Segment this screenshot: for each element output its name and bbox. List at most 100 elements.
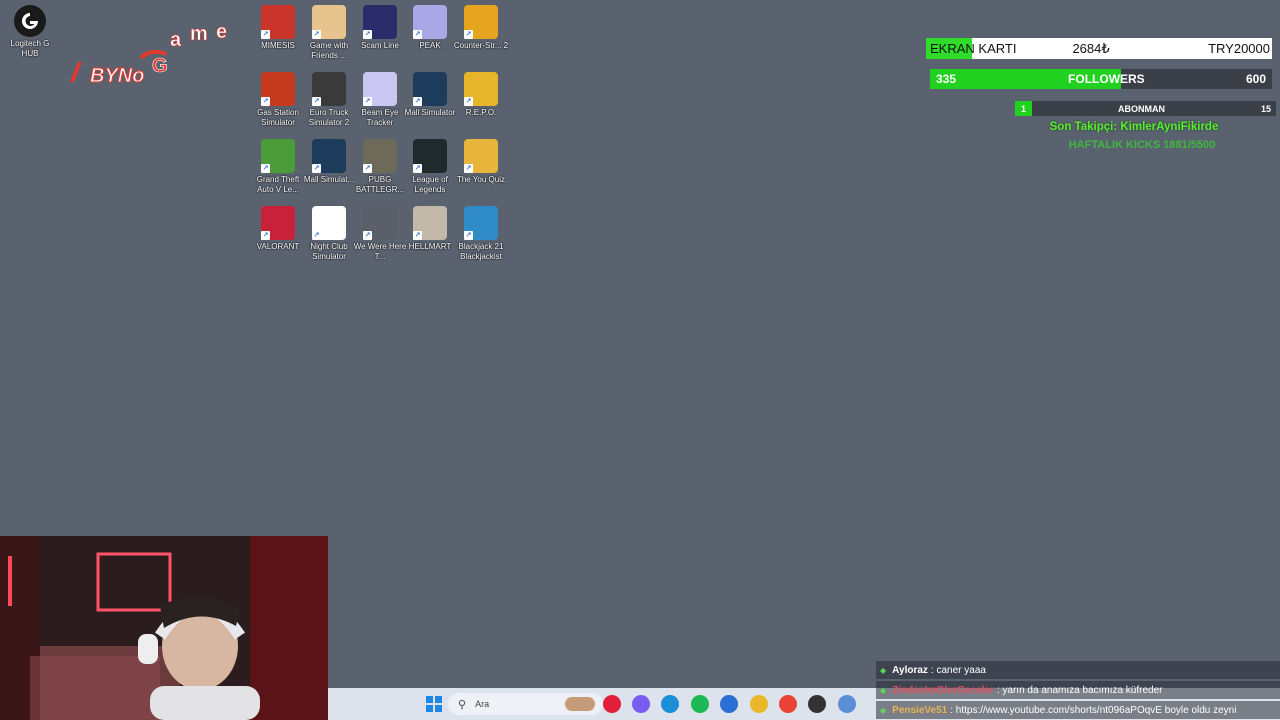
file-explorer-icon[interactable]	[750, 695, 768, 713]
edge-icon[interactable]	[661, 695, 679, 713]
desktop-icon[interactable]: ↗ Grand Theft Auto V Le...	[252, 139, 304, 194]
desktop-icon-label: Game with Friends ...	[309, 41, 349, 60]
svg-text:m: m	[190, 23, 208, 45]
desktop-icon[interactable]: ↗ We Were Here T...	[354, 206, 406, 261]
chat-badge-icon: ◆	[880, 705, 887, 715]
shortcut-arrow-icon: ↗	[261, 231, 270, 240]
desktop-icon-label: VALORANT	[256, 242, 300, 251]
followers-target: 600	[1245, 72, 1266, 86]
counter-strike-icon: ↗	[464, 5, 498, 39]
cocktail-icon: ↗	[312, 206, 346, 240]
abonman-target: 15	[1260, 103, 1271, 114]
desktop-icon[interactable]: ↗ League of Legends	[404, 139, 456, 194]
desktop-icon[interactable]: ↗ Blackjack 21 Blackjackist	[455, 206, 507, 261]
shortcut-arrow-icon: ↗	[363, 97, 372, 106]
shortcut-arrow-icon: ↗	[312, 30, 321, 39]
scam-line-icon: ↗	[363, 5, 397, 39]
abonman-label: ABONMAN	[1118, 103, 1166, 114]
chrome-icon[interactable]	[779, 695, 797, 713]
desktop-icon[interactable]: ↗ Counter-Str... 2	[454, 5, 508, 51]
chat-text: : yarın da anamıza bacımıza küfreder	[996, 684, 1163, 696]
desktop-icon[interactable]: ↗ Night Club Simulator	[303, 206, 355, 261]
desktop-icon-logitech[interactable]: Logitech G HUB	[4, 5, 56, 58]
desktop-icon-label: We Were Here T...	[353, 242, 407, 261]
ekran-karti-current: 2684₺	[1072, 40, 1110, 56]
shortcut-arrow-icon: ↗	[464, 231, 473, 240]
you-quiz-icon: ↗	[464, 139, 498, 173]
desktop-icon-label: MIMESIS	[261, 41, 295, 50]
desktop-icon-label: PEAK	[419, 41, 441, 50]
desktop-icon-label: Gas Station Simulator	[257, 108, 299, 127]
abonman-current: 1	[1021, 103, 1027, 114]
ekran-karti-goal-bar: EKRAN KARTI 2684₺ TRY20000	[926, 38, 1272, 59]
desktop-icon-label: Grand Theft Auto V Le...	[256, 175, 300, 194]
desktop-icon-label: Scam Line	[361, 41, 399, 50]
desktop-icon-label: Blackjack 21 Blackjackist	[458, 242, 504, 261]
repo-icon: ↗	[464, 72, 498, 106]
shortcut-arrow-icon: ↗	[312, 97, 321, 106]
desktop-icon[interactable]: ↗ HELLMART	[404, 206, 456, 252]
desktop-icon-label: R.E.P.O.	[465, 108, 497, 117]
desktop-icon[interactable]: ↗ The You Quiz	[455, 139, 507, 185]
chat-username: ZindanImOlurGeceler	[892, 684, 994, 696]
svg-text:e: e	[216, 21, 227, 43]
desktop-icon[interactable]: ↗ Scam Line	[354, 5, 406, 51]
byno-game-logo: BYNo G a m e	[66, 18, 236, 98]
desktop-icon[interactable]: ↗ PEAK	[404, 5, 456, 51]
gta-v-icon: ↗	[261, 139, 295, 173]
desktop-icon[interactable]: ↗ PUBG BATTLEGR...	[354, 139, 406, 194]
logitech-g-icon	[14, 5, 46, 37]
shortcut-arrow-icon: ↗	[261, 30, 270, 39]
chat-text: : caner yaaa	[930, 664, 986, 676]
desktop-icon[interactable]: ↗ Beam Eye Tracker	[354, 72, 406, 127]
desktop-icon[interactable]: ↗ Gas Station Simulator	[252, 72, 304, 127]
league-of-legends-icon: ↗	[413, 139, 447, 173]
desktop-icon[interactable]: ↗ MIMESIS	[252, 5, 304, 51]
search-placeholder: Ara	[475, 699, 490, 709]
beam-eye-icon: ↗	[363, 72, 397, 106]
game-with-friends-icon: ↗	[312, 5, 346, 39]
taskbar-search-box[interactable]: ⚲ Ara	[448, 693, 603, 715]
chat-username: PensieVe51	[892, 704, 948, 716]
settings-icon[interactable]	[838, 695, 856, 713]
mountain-icon: ↗	[413, 5, 447, 39]
shortcut-arrow-icon: ↗	[413, 231, 422, 240]
search-icon: ⚲	[458, 698, 467, 711]
valorant-icon: ↗	[261, 206, 295, 240]
desktop-icon-label: Beam Eye Tracker	[361, 108, 399, 127]
shortcut-arrow-icon: ↗	[312, 231, 321, 240]
copilot-icon[interactable]	[632, 695, 650, 713]
search-highlight-icon	[565, 697, 595, 711]
desktop-icon[interactable]: ↗ VALORANT	[252, 206, 304, 252]
chat-badge-icon: ◆	[880, 665, 887, 675]
rooster-icon: ↗	[261, 5, 295, 39]
shortcut-arrow-icon: ↗	[261, 164, 270, 173]
ekran-karti-label: EKRAN KARTI	[930, 41, 1017, 56]
obs-icon[interactable]	[808, 695, 826, 713]
desktop-icon-label: PUBG BATTLEGR...	[355, 175, 405, 194]
desktop-icon[interactable]: ↗ Euro Truck Simulator 2	[303, 72, 355, 127]
opera-gx-icon[interactable]	[603, 695, 621, 713]
spotify-icon[interactable]	[691, 695, 709, 713]
desktop-icon[interactable]: ↗ Mall Simulator	[404, 72, 456, 118]
desktop-icon-label: Euro Truck Simulator 2	[308, 108, 350, 127]
pubg-helmet-icon: ↗	[363, 139, 397, 173]
followers-label: FOLLOWERS	[1068, 72, 1145, 86]
shortcut-arrow-icon: ↗	[413, 97, 422, 106]
chat-message: ◆ PensieVe51 : https://www.youtube.com/s…	[876, 701, 1280, 719]
mall-simulator-icon: ↗	[312, 139, 346, 173]
svg-text:a: a	[170, 29, 182, 51]
desktop-icon[interactable]: ↗ Mall Simulat...	[303, 139, 355, 185]
desktop-icon-label: League of Legends	[412, 175, 448, 194]
windows-start-icon[interactable]	[424, 694, 444, 714]
shortcut-arrow-icon: ↗	[363, 231, 372, 240]
desktop-icon[interactable]: ↗ R.E.P.O.	[455, 72, 507, 118]
svg-text:BYNo: BYNo	[90, 65, 144, 87]
shortcut-arrow-icon: ↗	[413, 30, 422, 39]
shortcut-arrow-icon: ↗	[363, 30, 372, 39]
chat-text: : https://www.youtube.com/shorts/nt096aP…	[950, 704, 1237, 716]
store-icon[interactable]	[720, 695, 738, 713]
gas-station-icon: ↗	[261, 72, 295, 106]
desktop-icon-label: Mall Simulat...	[303, 175, 355, 184]
desktop-icon[interactable]: ↗ Game with Friends ...	[303, 5, 355, 60]
